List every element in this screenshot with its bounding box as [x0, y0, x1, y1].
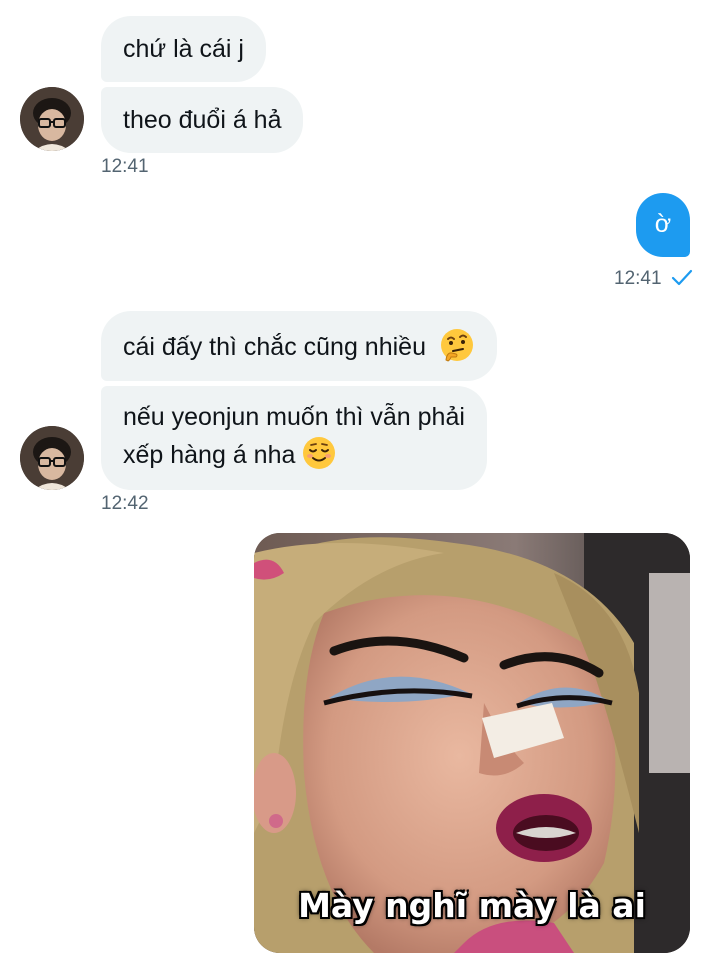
timestamp: 12:41: [614, 268, 693, 290]
timestamp-text: 12:41: [614, 268, 662, 289]
avatar-icon: [20, 426, 84, 490]
dm-conversation: chứ là cái j theo đuổi á hả 12:41 ờ 12:4…: [0, 0, 720, 955]
message-bubble-outgoing[interactable]: ờ: [636, 193, 690, 257]
message-text: theo đuổi á hả: [123, 106, 282, 134]
message-text-line: nếu yeonjun muốn thì vẫn phải: [123, 403, 465, 431]
message-text: chứ là cái j: [123, 35, 244, 63]
thinking-face-icon: [440, 329, 473, 362]
message-bubble[interactable]: cái đấy thì chắc cũng nhiều: [101, 311, 497, 381]
avatar[interactable]: [20, 87, 84, 151]
message-bubble[interactable]: chứ là cái j: [101, 16, 266, 82]
message-bubble[interactable]: nếu yeonjun muốn thì vẫn phải xếp hàng á…: [101, 386, 487, 490]
message-text: cái đấy thì chắc cũng nhiều: [123, 333, 426, 361]
smiling-face-icon: [303, 437, 336, 469]
message-bubble[interactable]: theo đuổi á hả: [101, 87, 304, 153]
message-text: xếp hàng á nha: [123, 441, 296, 469]
message-text: ờ: [654, 210, 672, 238]
message-text-line: xếp hàng á nha: [123, 435, 465, 473]
meme-caption: Mày nghĩ mày là ai: [298, 886, 646, 925]
timestamp: 12:42: [101, 493, 149, 514]
avatar-icon: [20, 87, 84, 151]
timestamp: 12:41: [101, 156, 149, 177]
avatar[interactable]: [20, 426, 84, 490]
check-icon: [671, 269, 692, 286]
meme-image[interactable]: Mày nghĩ mày là ai: [254, 533, 690, 953]
